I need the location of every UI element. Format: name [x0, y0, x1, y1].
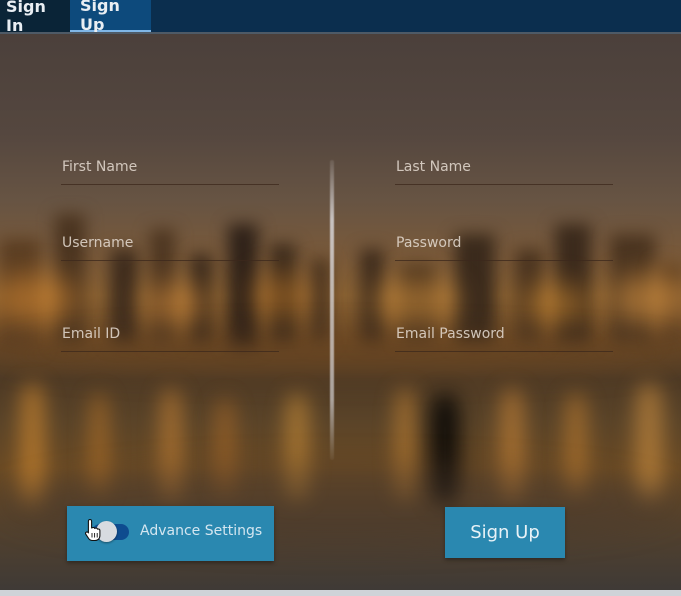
- window-bottom-border: [0, 590, 681, 596]
- tab-bar: Sign In Sign Up: [0, 0, 681, 35]
- email-password-field[interactable]: Email Password: [395, 322, 613, 352]
- advance-settings-panel: Advance Settings: [67, 506, 274, 561]
- username-field[interactable]: Username: [61, 231, 279, 261]
- password-placeholder: Password: [396, 235, 462, 251]
- column-divider: [330, 160, 334, 460]
- first-name-field[interactable]: First Name: [61, 155, 279, 185]
- tab-sign-up[interactable]: Sign Up: [70, 0, 151, 34]
- username-placeholder: Username: [62, 235, 134, 251]
- last-name-field[interactable]: Last Name: [395, 155, 613, 185]
- email-id-placeholder: Email ID: [62, 326, 121, 342]
- last-name-placeholder: Last Name: [396, 159, 471, 175]
- tab-sign-in[interactable]: Sign In: [0, 0, 70, 35]
- first-name-placeholder: First Name: [62, 159, 138, 175]
- advance-settings-label: Advance Settings: [140, 523, 263, 539]
- email-id-field[interactable]: Email ID: [61, 322, 279, 352]
- password-field[interactable]: Password: [395, 231, 613, 261]
- email-password-placeholder: Email Password: [396, 326, 505, 342]
- hand-pointer-icon: [84, 518, 101, 542]
- sign-up-button[interactable]: Sign Up: [445, 507, 565, 558]
